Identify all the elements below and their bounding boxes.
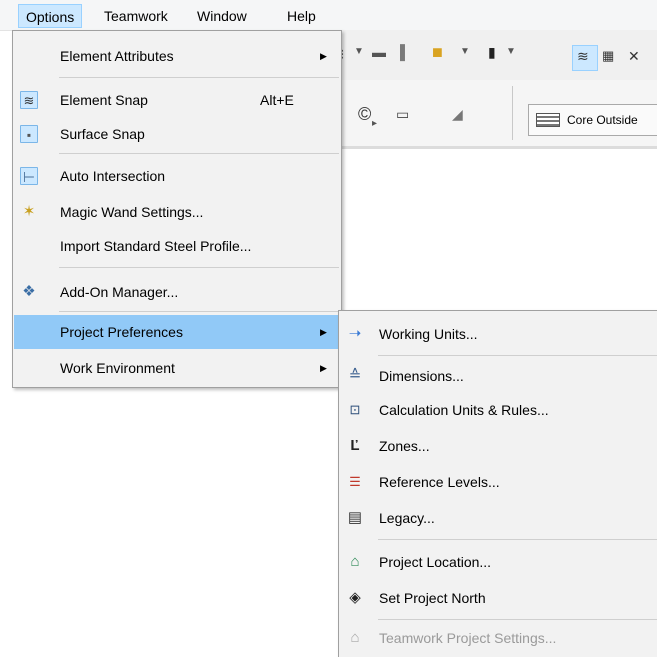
menu-item-label: Add-On Manager... — [60, 284, 179, 300]
zones-icon: Ľ — [350, 437, 360, 454]
slab-tool-icon[interactable]: ▬ — [372, 44, 386, 60]
menu-item-label: Calculation Units & Rules... — [379, 402, 549, 418]
options-menu: Element Attributes ▶ ≋ Element Snap Alt+… — [12, 30, 342, 388]
menu-item-shortcut: Alt+E — [260, 92, 294, 108]
surface-snap-icon: ▪ — [20, 125, 38, 143]
menubar-teamwork[interactable]: Teamwork — [97, 4, 175, 28]
menu-item-set-project-north[interactable]: ◈ Set Project North — [340, 581, 657, 615]
working-units-icon: ➝ — [348, 325, 362, 342]
dropdown-arrow-icon[interactable]: ▼ — [354, 46, 364, 57]
submenu-arrow-icon: ▶ — [320, 51, 327, 61]
grid-icon[interactable]: ▦ — [602, 48, 614, 64]
auto-intersection-icon: ⊢ — [20, 167, 38, 185]
menu-separator — [59, 311, 339, 312]
menu-item-label: Reference Levels... — [379, 474, 500, 490]
menubar-window[interactable]: Window — [190, 4, 254, 28]
submenu-arrow-icon: ▶ — [320, 327, 327, 337]
add-on-manager-icon: ❖ — [22, 283, 36, 300]
dimensions-icon: ≙ — [348, 367, 362, 384]
menu-separator — [59, 153, 339, 154]
menu-item-label: Project Preferences — [60, 324, 183, 340]
menu-separator — [378, 539, 657, 540]
menu-item-calculation-units[interactable]: ⊡ Calculation Units & Rules... — [340, 393, 657, 427]
menubar-help[interactable]: Help — [280, 4, 323, 28]
teamwork-settings-icon: ⌂ — [350, 629, 360, 646]
menu-item-label: Project Location... — [379, 554, 492, 570]
menu-separator — [59, 267, 339, 268]
magic-wand-icon: ✶ — [22, 203, 36, 220]
calculation-units-icon: ⊡ — [349, 402, 361, 417]
menu-item-working-units[interactable]: ➝ Working Units... — [340, 317, 657, 351]
close-icon[interactable]: ✕ — [628, 48, 640, 65]
toolbar-divider — [340, 146, 657, 149]
wall-icon[interactable]: ▭ — [396, 106, 409, 123]
set-project-north-icon: ◈ — [349, 589, 361, 606]
menu-item-label: Teamwork Project Settings... — [379, 630, 557, 646]
menu-item-legacy[interactable]: ▤ Legacy... — [340, 501, 657, 535]
legacy-icon: ▤ — [347, 509, 363, 526]
small-arrow-icon: ▸ — [372, 118, 378, 129]
menu-item-label: Magic Wand Settings... — [60, 204, 204, 220]
layer-icon[interactable]: ■ — [432, 42, 443, 63]
reference-levels-icon: ☰ — [349, 474, 361, 489]
element-snap-icon: ≋ — [20, 91, 38, 109]
menu-separator — [378, 355, 657, 356]
menubar-options[interactable]: Options — [18, 4, 83, 28]
menu-item-label: Working Units... — [379, 326, 478, 342]
submenu-arrow-icon: ▶ — [320, 363, 327, 373]
menu-item-dimensions[interactable]: ≙ Dimensions... — [340, 359, 657, 393]
reference-line-label: Core Outside — [567, 113, 638, 127]
project-location-icon: ⌂ — [350, 553, 360, 570]
menu-item-work-environment[interactable]: Work Environment ▶ — [14, 351, 340, 385]
menu-item-project-preferences[interactable]: Project Preferences ▶ — [14, 315, 340, 349]
menu-item-import-steel-profile[interactable]: Import Standard Steel Profile... — [14, 229, 340, 263]
menu-item-reference-levels[interactable]: ☰ Reference Levels... — [340, 465, 657, 499]
menu-item-label: Zones... — [379, 438, 430, 454]
menu-item-label: Set Project North — [379, 590, 486, 606]
menu-item-surface-snap[interactable]: ▪ Surface Snap — [14, 117, 340, 151]
snap-icon: ≋ — [577, 48, 589, 64]
menu-item-element-attributes[interactable]: Element Attributes ▶ — [14, 39, 340, 73]
menu-separator — [378, 619, 657, 620]
menu-item-label: Surface Snap — [60, 126, 145, 142]
menu-item-add-on-manager[interactable]: ❖ Add-On Manager... — [14, 275, 340, 309]
menu-item-label: Element Snap — [60, 92, 148, 108]
menu-item-teamwork-project-settings: ⌂ Teamwork Project Settings... — [340, 621, 657, 655]
dropdown-arrow-icon[interactable]: ▼ — [506, 46, 516, 57]
project-preferences-submenu: ➝ Working Units... ≙ Dimensions... ⊡ Cal… — [338, 310, 657, 657]
dropdown-arrow-icon[interactable]: ▼ — [460, 46, 470, 57]
menu-item-label: Auto Intersection — [60, 168, 166, 184]
menu-item-zones[interactable]: Ľ Zones... — [340, 429, 657, 463]
menu-item-auto-intersection[interactable]: ⊢ Auto Intersection — [14, 159, 340, 193]
menu-item-label: Dimensions... — [379, 368, 464, 384]
menu-item-magic-wand-settings[interactable]: ✶ Magic Wand Settings... — [14, 195, 340, 229]
core-outside-icon — [536, 113, 560, 127]
menu-bar: Options Teamwork Window Help — [0, 0, 657, 31]
menu-item-label: Legacy... — [379, 510, 435, 526]
menu-item-label: Element Attributes — [60, 48, 174, 64]
menu-item-project-location[interactable]: ⌂ Project Location... — [340, 545, 657, 579]
menu-item-label: Import Standard Steel Profile... — [60, 238, 252, 254]
menu-item-element-snap[interactable]: ≋ Element Snap Alt+E — [14, 83, 340, 117]
wall-profile-icon[interactable]: ◢ — [452, 106, 463, 123]
toolbar-divider — [512, 86, 513, 140]
composite-icon[interactable]: © — [358, 104, 371, 125]
column-tool-icon[interactable]: ▌ — [400, 44, 410, 60]
pen-icon[interactable]: ▮ — [488, 44, 496, 61]
menu-item-label: Work Environment — [60, 360, 175, 376]
menu-separator — [59, 77, 339, 78]
